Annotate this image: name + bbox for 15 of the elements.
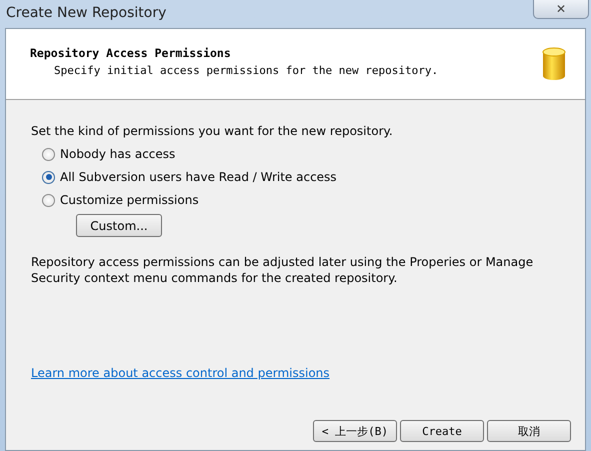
info-text: Repository access permissions can be adjusted later using the Properies or Manage Security context menu commands for the created repository. (31, 254, 534, 286)
instruction-text: Set the kind of permissions you want for the new repository. (31, 124, 393, 138)
radio-option[interactable]: All Subversion users have Read / Write access (42, 170, 337, 184)
database-icon (542, 47, 566, 81)
dialog-button[interactable]: Create (400, 420, 484, 442)
page-subtitle: Specify initial access permissions for the new repository. (53, 64, 438, 76)
page-title: Repository Access Permissions (30, 46, 232, 60)
close-button[interactable]: ✕ (533, 0, 589, 19)
radio-option[interactable]: Nobody has access (42, 147, 337, 161)
radio-option[interactable]: Customize permissions (42, 193, 337, 207)
help-link[interactable]: Learn more about access control and permissions (31, 366, 330, 380)
dialog-button[interactable]: 取消 (487, 420, 571, 442)
dialog-button[interactable]: < 上一步(B) (312, 420, 397, 442)
custom-button[interactable]: Custom... (76, 214, 162, 237)
window-title: Create New Repository (6, 5, 166, 21)
